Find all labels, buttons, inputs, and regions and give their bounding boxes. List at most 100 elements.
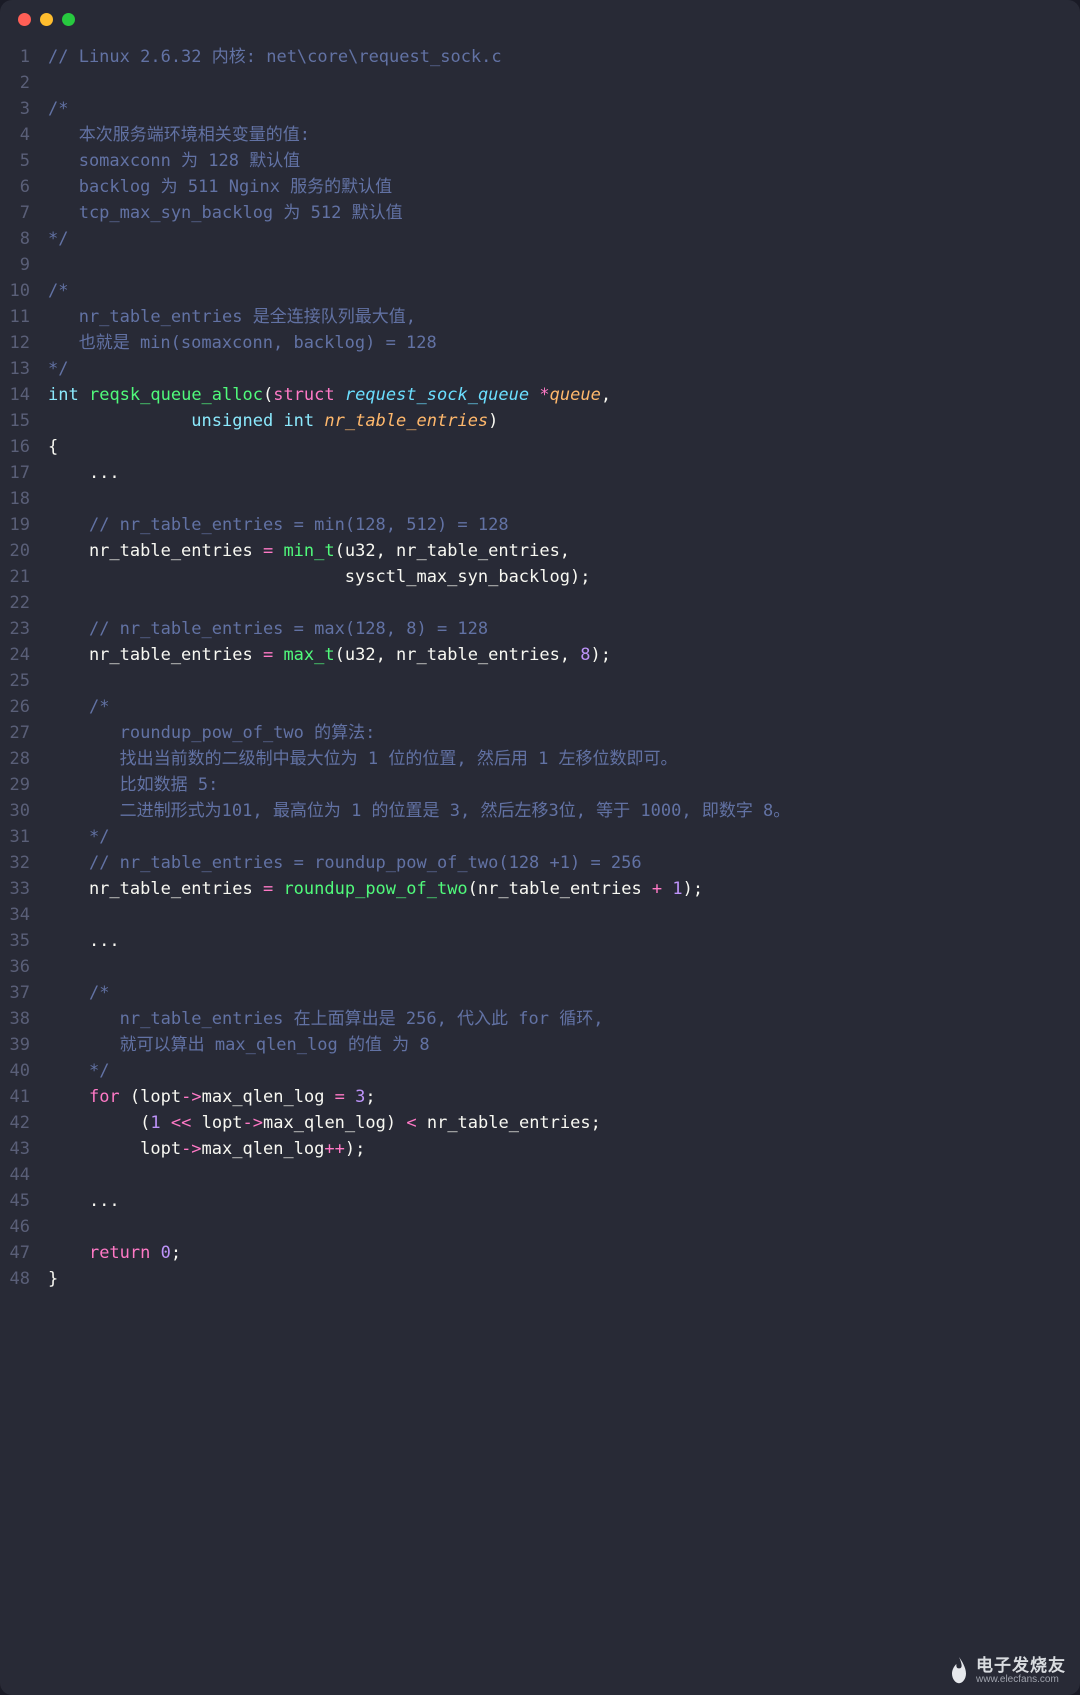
code-line[interactable]: 43 lopt->max_qlen_log++); — [0, 1136, 1080, 1162]
code-line[interactable]: 48} — [0, 1266, 1080, 1292]
code-line[interactable]: 21 sysctl_max_syn_backlog); — [0, 564, 1080, 590]
code-line[interactable]: 5 somaxconn 为 128 默认值 — [0, 148, 1080, 174]
code-content[interactable]: 找出当前数的二级制中最大位为 1 位的位置, 然后用 1 左移位数即可。 — [48, 746, 1080, 772]
code-line[interactable]: 10/* — [0, 278, 1080, 304]
code-content[interactable]: // nr_table_entries = roundup_pow_of_two… — [48, 850, 1080, 876]
code-line[interactable]: 4 本次服务端环境相关变量的值: — [0, 122, 1080, 148]
code-line[interactable]: 1// Linux 2.6.32 内核: net\core\request_so… — [0, 44, 1080, 70]
code-line[interactable]: 47 return 0; — [0, 1240, 1080, 1266]
code-content[interactable]: */ — [48, 824, 1080, 850]
code-content[interactable]: nr_table_entries = roundup_pow_of_two(nr… — [48, 876, 1080, 902]
code-content[interactable]: tcp_max_syn_backlog 为 512 默认值 — [48, 200, 1080, 226]
code-content[interactable]: (1 << lopt->max_qlen_log) < nr_table_ent… — [48, 1110, 1080, 1136]
code-content[interactable]: backlog 为 511 Nginx 服务的默认值 — [48, 174, 1080, 200]
code-line[interactable]: 42 (1 << lopt->max_qlen_log) < nr_table_… — [0, 1110, 1080, 1136]
code-content[interactable]: /* — [48, 694, 1080, 720]
code-line[interactable]: 17 ... — [0, 460, 1080, 486]
code-content[interactable]: nr_table_entries = min_t(u32, nr_table_e… — [48, 538, 1080, 564]
code-content[interactable]: 比如数据 5: — [48, 772, 1080, 798]
code-content[interactable]: // Linux 2.6.32 内核: net\core\request_soc… — [48, 44, 1080, 70]
code-line[interactable]: 20 nr_table_entries = min_t(u32, nr_tabl… — [0, 538, 1080, 564]
code-line[interactable]: 44 — [0, 1162, 1080, 1188]
code-line[interactable]: 37 /* — [0, 980, 1080, 1006]
code-line[interactable]: 13*/ — [0, 356, 1080, 382]
code-line[interactable]: 12 也就是 min(somaxconn, backlog) = 128 — [0, 330, 1080, 356]
code-content[interactable]: nr_table_entries 在上面算出是 256, 代入此 for 循环, — [48, 1006, 1080, 1032]
code-line[interactable]: 22 — [0, 590, 1080, 616]
code-content[interactable]: } — [48, 1266, 1080, 1292]
code-content[interactable]: sysctl_max_syn_backlog); — [48, 564, 1080, 590]
code-content[interactable]: */ — [48, 356, 1080, 382]
code-line[interactable]: 28 找出当前数的二级制中最大位为 1 位的位置, 然后用 1 左移位数即可。 — [0, 746, 1080, 772]
code-line[interactable]: 18 — [0, 486, 1080, 512]
maximize-icon[interactable] — [62, 13, 75, 26]
code-content[interactable]: 就可以算出 max_qlen_log 的值 为 8 — [48, 1032, 1080, 1058]
code-line[interactable]: 11 nr_table_entries 是全连接队列最大值, — [0, 304, 1080, 330]
code-content[interactable] — [48, 1214, 1080, 1240]
code-content[interactable] — [48, 1162, 1080, 1188]
code-content[interactable]: for (lopt->max_qlen_log = 3; — [48, 1084, 1080, 1110]
code-line[interactable]: 33 nr_table_entries = roundup_pow_of_two… — [0, 876, 1080, 902]
code-line[interactable]: 3/* — [0, 96, 1080, 122]
code-line[interactable]: 23 // nr_table_entries = max(128, 8) = 1… — [0, 616, 1080, 642]
code-line[interactable]: 40 */ — [0, 1058, 1080, 1084]
code-line[interactable]: 35 ... — [0, 928, 1080, 954]
code-content[interactable]: // nr_table_entries = max(128, 8) = 128 — [48, 616, 1080, 642]
code-content[interactable]: unsigned int nr_table_entries) — [48, 408, 1080, 434]
close-icon[interactable] — [18, 13, 31, 26]
code-content[interactable]: /* — [48, 96, 1080, 122]
code-content[interactable]: ... — [48, 928, 1080, 954]
code-area[interactable]: 1// Linux 2.6.32 内核: net\core\request_so… — [0, 38, 1080, 1312]
code-line[interactable]: 32 // nr_table_entries = roundup_pow_of_… — [0, 850, 1080, 876]
code-content[interactable]: { — [48, 434, 1080, 460]
code-content[interactable] — [48, 70, 1080, 96]
code-content[interactable]: 二进制形式为101, 最高位为 1 的位置是 3, 然后左移3位, 等于 100… — [48, 798, 1080, 824]
code-content[interactable]: int reqsk_queue_alloc(struct request_soc… — [48, 382, 1080, 408]
code-line[interactable]: 6 backlog 为 511 Nginx 服务的默认值 — [0, 174, 1080, 200]
code-line[interactable]: 38 nr_table_entries 在上面算出是 256, 代入此 for … — [0, 1006, 1080, 1032]
code-content[interactable]: ... — [48, 460, 1080, 486]
code-line[interactable]: 34 — [0, 902, 1080, 928]
code-content[interactable] — [48, 954, 1080, 980]
minimize-icon[interactable] — [40, 13, 53, 26]
code-line[interactable]: 30 二进制形式为101, 最高位为 1 的位置是 3, 然后左移3位, 等于 … — [0, 798, 1080, 824]
code-content[interactable]: somaxconn 为 128 默认值 — [48, 148, 1080, 174]
code-line[interactable]: 41 for (lopt->max_qlen_log = 3; — [0, 1084, 1080, 1110]
code-content[interactable]: */ — [48, 226, 1080, 252]
code-content[interactable]: // nr_table_entries = min(128, 512) = 12… — [48, 512, 1080, 538]
code-content[interactable]: /* — [48, 278, 1080, 304]
code-line[interactable]: 39 就可以算出 max_qlen_log 的值 为 8 — [0, 1032, 1080, 1058]
code-line[interactable]: 36 — [0, 954, 1080, 980]
code-content[interactable]: ... — [48, 1188, 1080, 1214]
code-content[interactable]: /* — [48, 980, 1080, 1006]
code-line[interactable]: 16{ — [0, 434, 1080, 460]
code-content[interactable] — [48, 252, 1080, 278]
code-line[interactable]: 31 */ — [0, 824, 1080, 850]
code-line[interactable]: 24 nr_table_entries = max_t(u32, nr_tabl… — [0, 642, 1080, 668]
code-line[interactable]: 19 // nr_table_entries = min(128, 512) =… — [0, 512, 1080, 538]
code-content[interactable]: lopt->max_qlen_log++); — [48, 1136, 1080, 1162]
code-content[interactable]: nr_table_entries = max_t(u32, nr_table_e… — [48, 642, 1080, 668]
code-line[interactable]: 8*/ — [0, 226, 1080, 252]
code-line[interactable]: 14int reqsk_queue_alloc(struct request_s… — [0, 382, 1080, 408]
code-content[interactable]: 也就是 min(somaxconn, backlog) = 128 — [48, 330, 1080, 356]
code-line[interactable]: 27 roundup_pow_of_two 的算法: — [0, 720, 1080, 746]
code-line[interactable]: 46 — [0, 1214, 1080, 1240]
code-line[interactable]: 15 unsigned int nr_table_entries) — [0, 408, 1080, 434]
code-content[interactable] — [48, 486, 1080, 512]
code-content[interactable] — [48, 668, 1080, 694]
code-content[interactable] — [48, 590, 1080, 616]
code-content[interactable]: return 0; — [48, 1240, 1080, 1266]
code-content[interactable]: roundup_pow_of_two 的算法: — [48, 720, 1080, 746]
code-line[interactable]: 29 比如数据 5: — [0, 772, 1080, 798]
code-content[interactable]: */ — [48, 1058, 1080, 1084]
code-line[interactable]: 26 /* — [0, 694, 1080, 720]
code-content[interactable]: 本次服务端环境相关变量的值: — [48, 122, 1080, 148]
code-line[interactable]: 9 — [0, 252, 1080, 278]
code-content[interactable]: nr_table_entries 是全连接队列最大值, — [48, 304, 1080, 330]
code-line[interactable]: 25 — [0, 668, 1080, 694]
code-content[interactable] — [48, 902, 1080, 928]
code-line[interactable]: 45 ... — [0, 1188, 1080, 1214]
code-line[interactable]: 7 tcp_max_syn_backlog 为 512 默认值 — [0, 200, 1080, 226]
code-line[interactable]: 2 — [0, 70, 1080, 96]
